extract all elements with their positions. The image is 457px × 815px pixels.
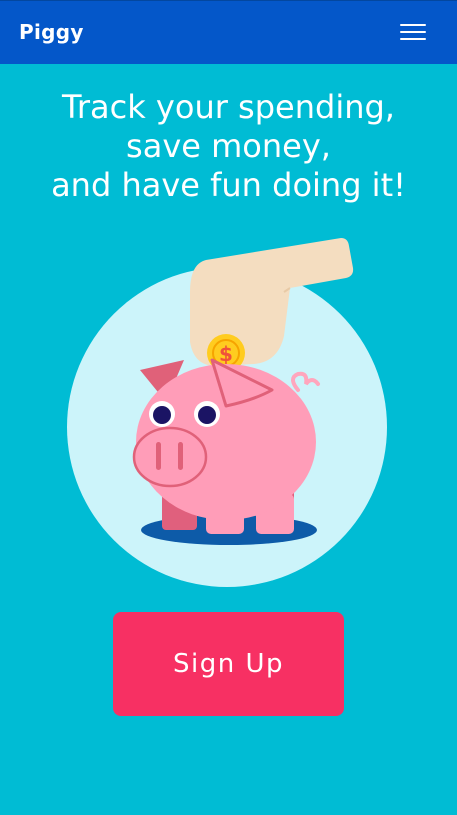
headline-line-2: save money,: [126, 127, 331, 165]
brand-logo-text[interactable]: Piggy: [19, 20, 84, 44]
headline-line-1: Track your spending,: [62, 88, 395, 126]
svg-text:$: $: [219, 342, 233, 366]
top-navbar: Piggy: [0, 0, 457, 64]
piggy-snout: [132, 426, 208, 488]
headline-line-3: and have fun doing it!: [51, 166, 406, 204]
hero-headline: Track your spending, save money, and hav…: [0, 88, 457, 205]
signup-button[interactable]: Sign Up: [113, 612, 344, 716]
hamburger-menu-icon[interactable]: [396, 19, 430, 45]
piggy-bank-illustration: $: [67, 238, 387, 587]
